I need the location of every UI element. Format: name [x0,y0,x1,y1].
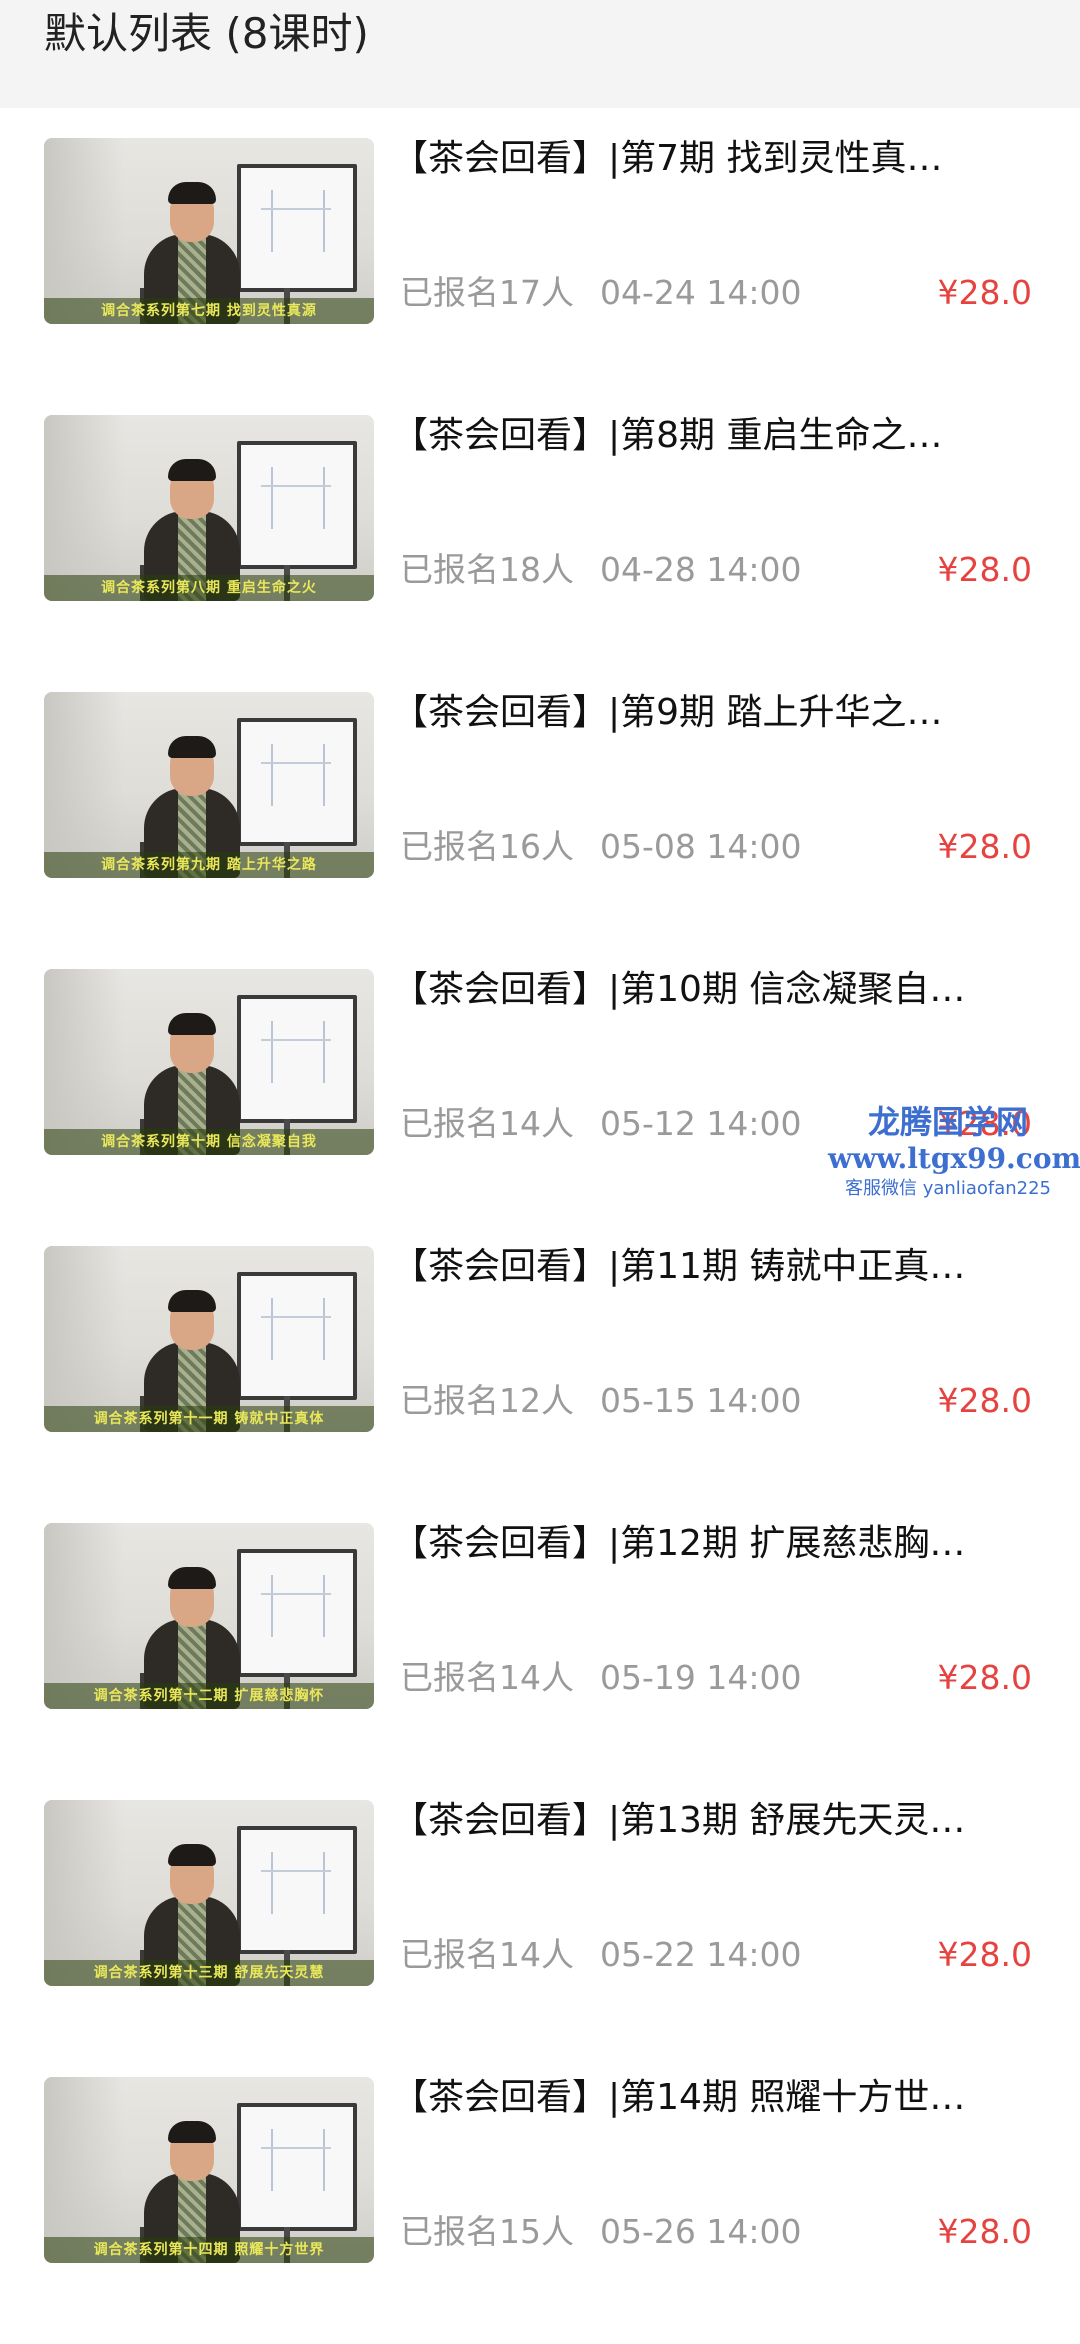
watermark-url: www.ltgx99.com [828,1142,1080,1175]
whiteboard-image [237,718,357,846]
lesson-title[interactable]: 【茶会回看】|第12期 扩展慈悲胸… [392,1521,1032,1567]
lesson-title[interactable]: 【茶会回看】|第14期 照耀十方世… [392,2075,1032,2121]
enrolled-count: 已报名15人 [400,2212,574,2251]
lesson-datetime: 05-19 14:00 [600,1658,802,1697]
lesson-title[interactable]: 【茶会回看】|第11期 铸就中正真… [392,1244,1032,1290]
enrolled-count: 已报名14人 [400,1658,574,1697]
lesson-item[interactable]: 调合茶系列第八期 重启生命之火 【茶会回看】|第8期 重启生命之… 已报名18人… [0,385,1080,662]
site-watermark: 龙腾国学网 www.ltgx99.com 客服微信 yanliaofan225 [828,1102,1080,1202]
lesson-meta: 已报名14人 05-22 14:00 [400,1933,801,1977]
lesson-item[interactable]: 调合茶系列第十三期 舒展先天灵慧 【茶会回看】|第13期 舒展先天灵… 已报名1… [0,1770,1080,2047]
whiteboard-image [237,2103,357,2231]
lesson-meta: 已报名14人 05-12 14:00 [400,1102,801,1146]
lesson-thumbnail[interactable]: 调合茶系列第九期 踏上升华之路 [44,692,374,878]
lesson-thumbnail[interactable]: 调合茶系列第十三期 舒展先天灵慧 [44,1800,374,1986]
thumbnail-caption: 调合茶系列第十二期 扩展慈悲胸怀 [44,1683,374,1709]
lesson-thumbnail[interactable]: 调合茶系列第七期 找到灵性真源 [44,138,374,324]
thumbnail-caption: 调合茶系列第九期 踏上升华之路 [44,852,374,878]
whiteboard-image [237,441,357,569]
thumbnail-caption: 调合茶系列第十一期 铸就中正真体 [44,1406,374,1432]
lesson-datetime: 05-12 14:00 [600,1104,802,1143]
lesson-thumbnail[interactable]: 调合茶系列第十四期 照耀十方世界 [44,2077,374,2263]
lesson-item[interactable]: 调合茶系列第十一期 铸就中正真体 【茶会回看】|第11期 铸就中正真… 已报名1… [0,1216,1080,1493]
lesson-thumbnail[interactable]: 调合茶系列第十期 信念凝聚自我 [44,969,374,1155]
whiteboard-image [237,1272,357,1400]
lesson-price: ¥28.0 [937,827,1032,866]
lesson-thumbnail[interactable]: 调合茶系列第八期 重启生命之火 [44,415,374,601]
watermark-site-name: 龙腾国学网 [867,1103,1028,1141]
enrolled-count: 已报名12人 [400,1381,574,1420]
course-list-page: 默认列表 (8课时) 调合茶系列第七期 找到灵性真源 【茶会回看】|第7期 找到… [0,0,1080,2344]
lesson-datetime: 05-22 14:00 [600,1935,802,1974]
lesson-title[interactable]: 【茶会回看】|第10期 信念凝聚自… [392,967,1032,1013]
lesson-price: ¥28.0 [937,273,1032,312]
lesson-datetime: 05-26 14:00 [600,2212,802,2251]
lesson-title[interactable]: 【茶会回看】|第13期 舒展先天灵… [392,1798,1032,1844]
list-title: 默认列表 (8课时) [44,9,369,58]
lesson-price: ¥28.0 [937,1381,1032,1420]
lesson-price: ¥28.0 [937,2212,1032,2251]
thumbnail-caption: 调合茶系列第十期 信念凝聚自我 [44,1129,374,1155]
whiteboard-image [237,1826,357,1954]
enrolled-count: 已报名16人 [400,827,574,866]
enrolled-count: 已报名17人 [400,273,574,312]
lesson-title[interactable]: 【茶会回看】|第7期 找到灵性真… [392,136,1032,182]
lesson-title[interactable]: 【茶会回看】|第9期 踏上升华之… [392,690,1032,736]
lesson-datetime: 05-15 14:00 [600,1381,802,1420]
lesson-meta: 已报名16人 05-08 14:00 [400,825,801,869]
whiteboard-image [237,1549,357,1677]
lesson-title[interactable]: 【茶会回看】|第8期 重启生命之… [392,413,1032,459]
lesson-meta: 已报名12人 05-15 14:00 [400,1379,801,1423]
lesson-price: ¥28.0 [937,1658,1032,1697]
thumbnail-caption: 调合茶系列第八期 重启生命之火 [44,575,374,601]
lesson-thumbnail[interactable]: 调合茶系列第十二期 扩展慈悲胸怀 [44,1523,374,1709]
lesson-list: 调合茶系列第七期 找到灵性真源 【茶会回看】|第7期 找到灵性真… 已报名17人… [0,108,1080,2324]
lesson-meta: 已报名14人 05-19 14:00 [400,1656,801,1700]
thumbnail-caption: 调合茶系列第十三期 舒展先天灵慧 [44,1960,374,1986]
lesson-price: ¥28.0 [937,1935,1032,1974]
lesson-datetime: 04-28 14:00 [600,550,802,589]
lesson-item[interactable]: 调合茶系列第九期 踏上升华之路 【茶会回看】|第9期 踏上升华之… 已报名16人… [0,662,1080,939]
whiteboard-image [237,995,357,1123]
list-header: 默认列表 (8课时) [0,0,1080,108]
thumbnail-caption: 调合茶系列第十四期 照耀十方世界 [44,2237,374,2263]
lesson-item[interactable]: 调合茶系列第十二期 扩展慈悲胸怀 【茶会回看】|第12期 扩展慈悲胸… 已报名1… [0,1493,1080,1770]
lesson-item[interactable]: 调合茶系列第十四期 照耀十方世界 【茶会回看】|第14期 照耀十方世… 已报名1… [0,2047,1080,2324]
lesson-meta: 已报名17人 04-24 14:00 [400,271,801,315]
lesson-item[interactable]: 调合茶系列第七期 找到灵性真源 【茶会回看】|第7期 找到灵性真… 已报名17人… [0,108,1080,385]
lesson-price: ¥28.0 [937,550,1032,589]
watermark-contact: 客服微信 yanliaofan225 [845,1178,1051,1199]
lesson-datetime: 04-24 14:00 [600,273,802,312]
enrolled-count: 已报名18人 [400,550,574,589]
whiteboard-image [237,164,357,292]
lesson-datetime: 05-08 14:00 [600,827,802,866]
lesson-thumbnail[interactable]: 调合茶系列第十一期 铸就中正真体 [44,1246,374,1432]
lesson-meta: 已报名15人 05-26 14:00 [400,2210,801,2254]
enrolled-count: 已报名14人 [400,1935,574,1974]
enrolled-count: 已报名14人 [400,1104,574,1143]
lesson-meta: 已报名18人 04-28 14:00 [400,548,801,592]
thumbnail-caption: 调合茶系列第七期 找到灵性真源 [44,298,374,324]
